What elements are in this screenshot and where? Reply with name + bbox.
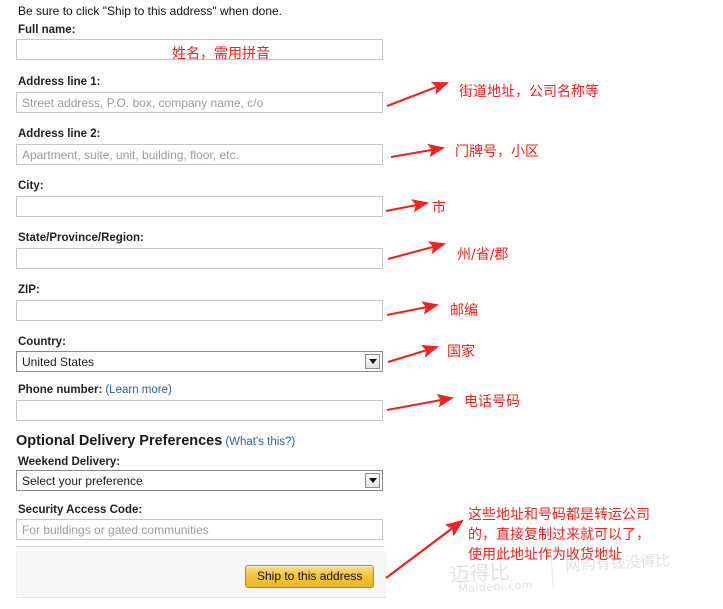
annotation-country: 国家 <box>447 344 475 360</box>
security-access-code-input[interactable] <box>16 519 383 540</box>
address-line-1-label: Address line 1: <box>18 76 101 88</box>
address-line-1-input[interactable] <box>16 92 383 113</box>
optional-delivery-heading-text: Optional Delivery Preferences <box>16 433 223 449</box>
zip-input[interactable] <box>16 300 383 321</box>
phone-number-label-text: Phone number: <box>18 384 103 396</box>
annotation-city: 市 <box>432 200 446 216</box>
arrow-phone <box>386 394 455 412</box>
form-divider <box>16 546 384 547</box>
zip-label: ZIP: <box>18 284 40 296</box>
arrow-address2 <box>390 143 446 159</box>
state-province-region-label: State/Province/Region: <box>18 232 144 244</box>
arrow-state <box>387 241 447 261</box>
optional-delivery-preferences-heading: Optional Delivery Preferences (What's thi… <box>16 433 295 449</box>
city-label: City: <box>18 180 44 192</box>
country-label: Country: <box>18 336 66 348</box>
city-input[interactable] <box>16 196 383 217</box>
watermark-domain: Maidebi.com <box>458 578 534 596</box>
weekend-delivery-select[interactable]: Select your preference <box>16 470 383 491</box>
country-select[interactable]: United States <box>16 351 383 372</box>
watermark-divider <box>550 555 554 588</box>
annotation-phone: 电话号码 <box>464 394 520 410</box>
learn-more-link[interactable]: (Learn more) <box>105 384 171 396</box>
arrow-city <box>385 199 430 213</box>
annotation-state: 州/省/郡 <box>457 247 509 263</box>
annotation-full-name: 姓名，需用拼音 <box>172 46 270 62</box>
arrow-zip <box>386 301 440 317</box>
address-line-2-label: Address line 2: <box>18 128 101 140</box>
full-name-label: Full name: <box>18 24 76 36</box>
weekend-delivery-label: Weekend Delivery: <box>18 456 121 468</box>
arrow-address1 <box>386 81 449 107</box>
phone-number-label: Phone number: (Learn more) <box>18 384 172 396</box>
screenshot-root: Be sure to click "Ship to this address" … <box>0 0 723 609</box>
weekend-delivery-select-value: Select your preference <box>22 474 143 488</box>
chevron-down-icon[interactable] <box>365 354 380 369</box>
annotation-address1: 街道地址，公司名称等 <box>459 84 599 100</box>
ship-to-this-address-button[interactable]: Ship to this address <box>245 565 375 588</box>
address-line-2-input[interactable] <box>16 144 383 165</box>
arrow-country <box>387 344 440 364</box>
state-province-region-input[interactable] <box>16 248 383 269</box>
annotation-zip: 邮编 <box>450 303 478 319</box>
annotation-address2: 门牌号，小区 <box>455 144 539 160</box>
watermark-tagline: 网购有钱没得比 <box>564 551 671 575</box>
annotation-bottom-line-1: 这些地址和号码都是转运公司 <box>468 507 650 523</box>
chevron-down-icon[interactable] <box>365 473 380 488</box>
annotation-bottom-line-2: 的，直接复制过来就可以了， <box>468 527 650 543</box>
country-select-value: United States <box>22 355 95 369</box>
whats-this-link[interactable]: (What's this?) <box>225 436 295 448</box>
security-access-code-label: Security Access Code: <box>18 504 143 516</box>
phone-number-input[interactable] <box>16 400 383 421</box>
intro-instruction: Be sure to click "Ship to this address" … <box>18 4 282 18</box>
